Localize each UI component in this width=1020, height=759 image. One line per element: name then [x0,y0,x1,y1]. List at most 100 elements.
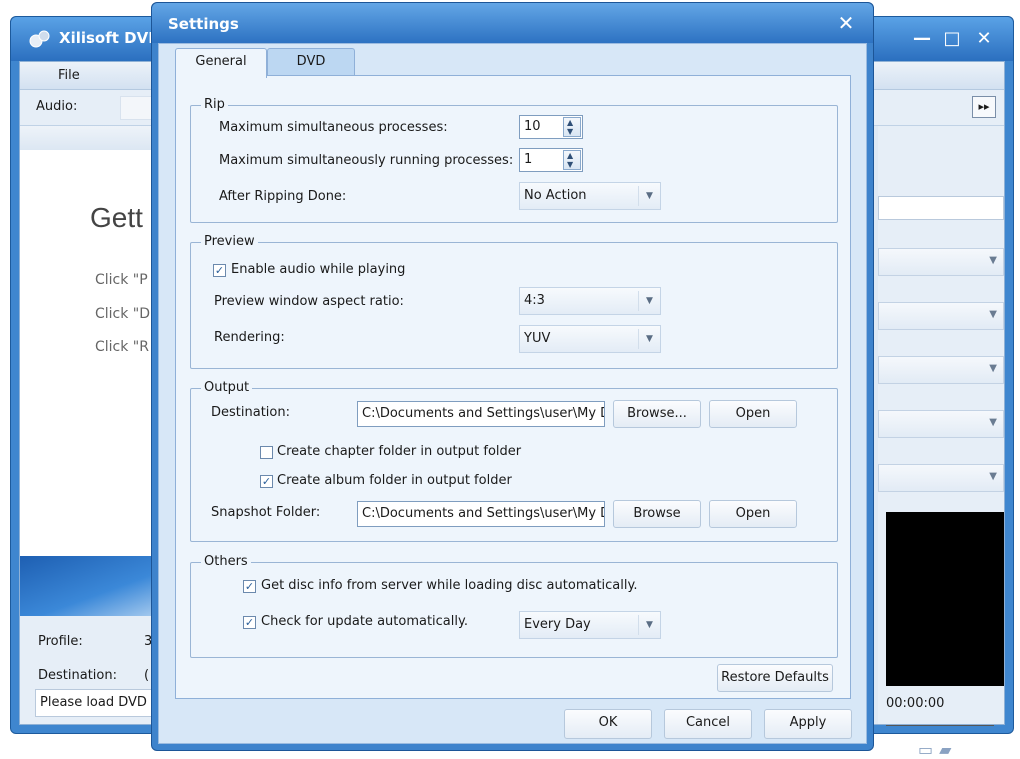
status-text: Please load DVD [35,689,155,717]
spin-up-icon[interactable]: ▲ [567,152,573,160]
spin-up-icon[interactable]: ▲ [567,119,573,127]
output-group: Output Destination: C:\Documents and Set… [190,380,838,542]
album-folder-checkbox[interactable]: ✓ [260,475,273,488]
decorative-wave [20,556,160,616]
rendering-label: Rendering: [214,330,285,345]
welcome-band [20,126,159,150]
update-frequency-dropdown[interactable]: Every Day ▼ [519,611,661,639]
right-pane-dropdown[interactable]: ▼ [878,356,1004,384]
destination-browse-button[interactable]: Browse... [613,400,701,428]
welcome-line: Click "P [95,272,148,288]
chevron-down-icon: ▼ [638,186,660,206]
disc-info-label: Get disc info from server while loading … [261,578,638,593]
chevron-down-icon: ▼ [989,309,997,320]
video-preview [886,512,1004,686]
max-running-stepper[interactable]: 1 ▲ ▼ [519,148,583,172]
welcome-line: Click "R [95,339,149,355]
output-destination-label: Destination: [211,405,290,420]
profile-label: Profile: [38,634,83,649]
max-processes-stepper[interactable]: 10 ▲ ▼ [519,115,583,139]
maximize-button[interactable]: □ [939,27,965,51]
ok-button[interactable]: OK [564,709,652,739]
preview-time: 00:00:00 [886,696,945,711]
destination-open-button[interactable]: Open [709,400,797,428]
app-logo-icon [29,30,50,48]
right-pane-dropdown[interactable]: ▼ [878,410,1004,438]
spin-down-icon[interactable]: ▼ [567,161,573,169]
others-group: Others ✓ Get disc info from server while… [190,554,838,658]
folder-icon[interactable]: ▭▰ [918,740,957,759]
update-frequency-value: Every Day [524,617,591,632]
chevron-down-icon: ▼ [638,291,660,311]
output-group-title: Output [201,380,253,396]
tab-dvd[interactable]: DVD [267,48,355,76]
max-processes-value: 10 [524,119,541,134]
check-update-checkbox[interactable]: ✓ [243,616,256,629]
app-close-button[interactable]: ✕ [971,27,997,51]
destination-label: Destination: [38,668,117,683]
dialog-body: General DVD Rip Maximum simultaneous pro… [158,43,867,744]
album-folder-label: Create album folder in output folder [277,473,512,488]
max-running-label: Maximum simultaneously running processes… [219,153,514,168]
general-tab-panel: Rip Maximum simultaneous processes: 10 ▲… [175,75,851,699]
preview-group-title: Preview [201,234,258,250]
disc-info-checkbox[interactable]: ✓ [243,580,256,593]
welcome-line: Click "D [95,306,151,322]
right-pane-input[interactable] [878,196,1004,220]
destination-value[interactable]: ( [144,668,149,683]
settings-dialog: Settings ✕ General DVD Rip Maximum simul… [151,2,874,751]
preview-timeline[interactable] [886,718,994,726]
cancel-button[interactable]: Cancel [664,709,752,739]
dialog-title-bar[interactable]: Settings ✕ [152,3,873,43]
rip-group: Rip Maximum simultaneous processes: 10 ▲… [190,97,838,223]
after-ripping-label: After Ripping Done: [219,189,347,204]
destination-path-input[interactable]: C:\Documents and Settings\user\My D [357,401,605,427]
right-pane-dropdown[interactable]: ▼ [878,464,1004,492]
tab-general[interactable]: General [175,48,267,78]
rendering-dropdown[interactable]: YUV ▼ [519,325,661,353]
preview-group: Preview ✓ Enable audio while playing Pre… [190,234,838,369]
chapter-folder-checkbox[interactable] [260,446,273,459]
spin-buttons[interactable]: ▲ ▼ [563,150,581,170]
aspect-ratio-label: Preview window aspect ratio: [214,294,404,309]
rendering-value: YUV [524,331,551,346]
chevron-down-icon: ▼ [989,471,997,482]
dialog-title: Settings [168,15,239,33]
aspect-ratio-value: 4:3 [524,293,545,308]
snapshot-open-button[interactable]: Open [709,500,797,528]
spin-down-icon[interactable]: ▼ [567,128,573,136]
spin-buttons[interactable]: ▲ ▼ [563,117,581,137]
after-ripping-dropdown[interactable]: No Action ▼ [519,182,661,210]
enable-audio-checkbox[interactable]: ✓ [213,264,226,277]
snapshot-path-input[interactable]: C:\Documents and Settings\user\My D [357,501,605,527]
enable-audio-label: Enable audio while playing [231,262,406,277]
apply-button[interactable]: Apply [764,709,852,739]
fast-forward-button[interactable]: ▸▸ [972,96,996,118]
snapshot-browse-button[interactable]: Browse [613,500,701,528]
right-pane-dropdown[interactable]: ▼ [878,248,1004,276]
minimize-button[interactable]: — [909,27,935,51]
rip-group-title: Rip [201,97,228,113]
right-pane-dropdown[interactable]: ▼ [878,302,1004,330]
audio-label: Audio: [36,99,78,114]
aspect-ratio-dropdown[interactable]: 4:3 ▼ [519,287,661,315]
chevron-down-icon: ▼ [638,615,660,635]
close-icon[interactable]: ✕ [835,11,857,35]
chevron-down-icon: ▼ [989,255,997,266]
max-running-value: 1 [524,152,533,167]
others-group-title: Others [201,554,251,570]
chapter-folder-label: Create chapter folder in output folder [277,444,522,459]
check-update-label: Check for update automatically. [261,614,468,629]
right-pane: ▼ ▼ ▼ ▼ ▼ 00:00:00 ▭▰ [878,126,1004,759]
app-title: Xilisoft DVD [59,29,161,47]
after-ripping-value: No Action [524,188,587,203]
snapshot-folder-label: Snapshot Folder: [211,505,321,520]
chevron-down-icon: ▼ [989,417,997,428]
welcome-pane: Gett Click "P Click "D Click "R [20,126,160,556]
chevron-down-icon: ▼ [638,329,660,349]
restore-defaults-button[interactable]: Restore Defaults [717,664,833,692]
welcome-heading: Gett [90,202,143,233]
menu-file[interactable]: File [58,68,80,83]
max-processes-label: Maximum simultaneous processes: [219,120,448,135]
chevron-down-icon: ▼ [989,363,997,374]
